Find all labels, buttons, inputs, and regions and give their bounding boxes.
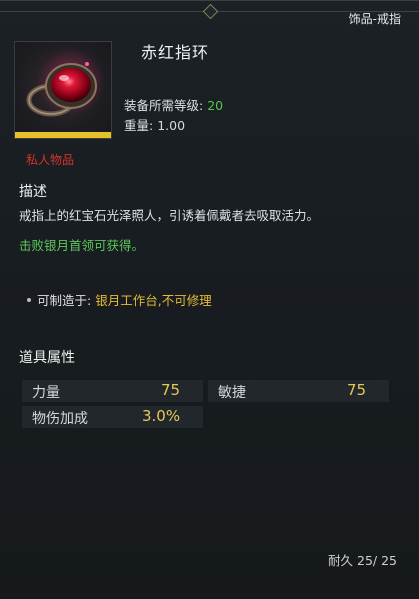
attribute-row: 力量 75 [22, 380, 203, 402]
attribute-value: 75 [161, 381, 181, 399]
private-item-label: 私人物品 [26, 153, 75, 167]
craft-label: 可制造于: [37, 293, 92, 308]
level-label: 装备所需等级: [124, 98, 204, 113]
item-name: 赤红指环 [141, 43, 210, 62]
attribute-name: 敏捷 [218, 385, 246, 401]
ruby-ring-icon [26, 48, 105, 117]
attribute-name: 物伤加成 [32, 411, 88, 427]
attribute-value: 3.0% [142, 407, 181, 425]
durability-label: 耐久 [328, 553, 354, 568]
weight-line: 重量: 1.00 [124, 115, 185, 134]
durability-value: 25/ 25 [357, 553, 397, 568]
craft-info: 可制造于: 银月工作台,不可修理 [27, 290, 212, 309]
attribute-row: 敏捷 75 [208, 380, 389, 402]
rarity-bar [15, 132, 111, 138]
diamond-ornament-icon [202, 3, 219, 20]
level-value: 20 [207, 98, 224, 113]
bullet-icon [27, 297, 31, 302]
description-text: 戒指上的红宝石光泽照人，引诱着佩戴者去吸取活力。 [19, 208, 320, 223]
obtain-source-text: 击败银月首领可获得。 [19, 238, 145, 253]
durability: 耐久 25/ 25 [328, 550, 397, 569]
attribute-value: 75 [347, 381, 367, 399]
item-category: 饰品-戒指 [348, 12, 401, 26]
weight-value: 1.00 [157, 118, 186, 133]
weight-label: 重量: [124, 118, 154, 133]
item-icon-frame [14, 41, 112, 139]
attribute-name: 力量 [32, 385, 60, 401]
item-tooltip-panel: 饰品-戒指 赤红指环 装备所需等级: 20 重量: 1.00 私人物品 描述 戒… [0, 0, 419, 599]
attributes-title: 道具属性 [19, 350, 75, 366]
description-title: 描述 [19, 184, 47, 200]
craft-value: 银月工作台,不可修理 [95, 293, 212, 308]
attribute-row: 物伤加成 3.0% [22, 406, 203, 428]
level-requirement: 装备所需等级: 20 [124, 95, 223, 114]
